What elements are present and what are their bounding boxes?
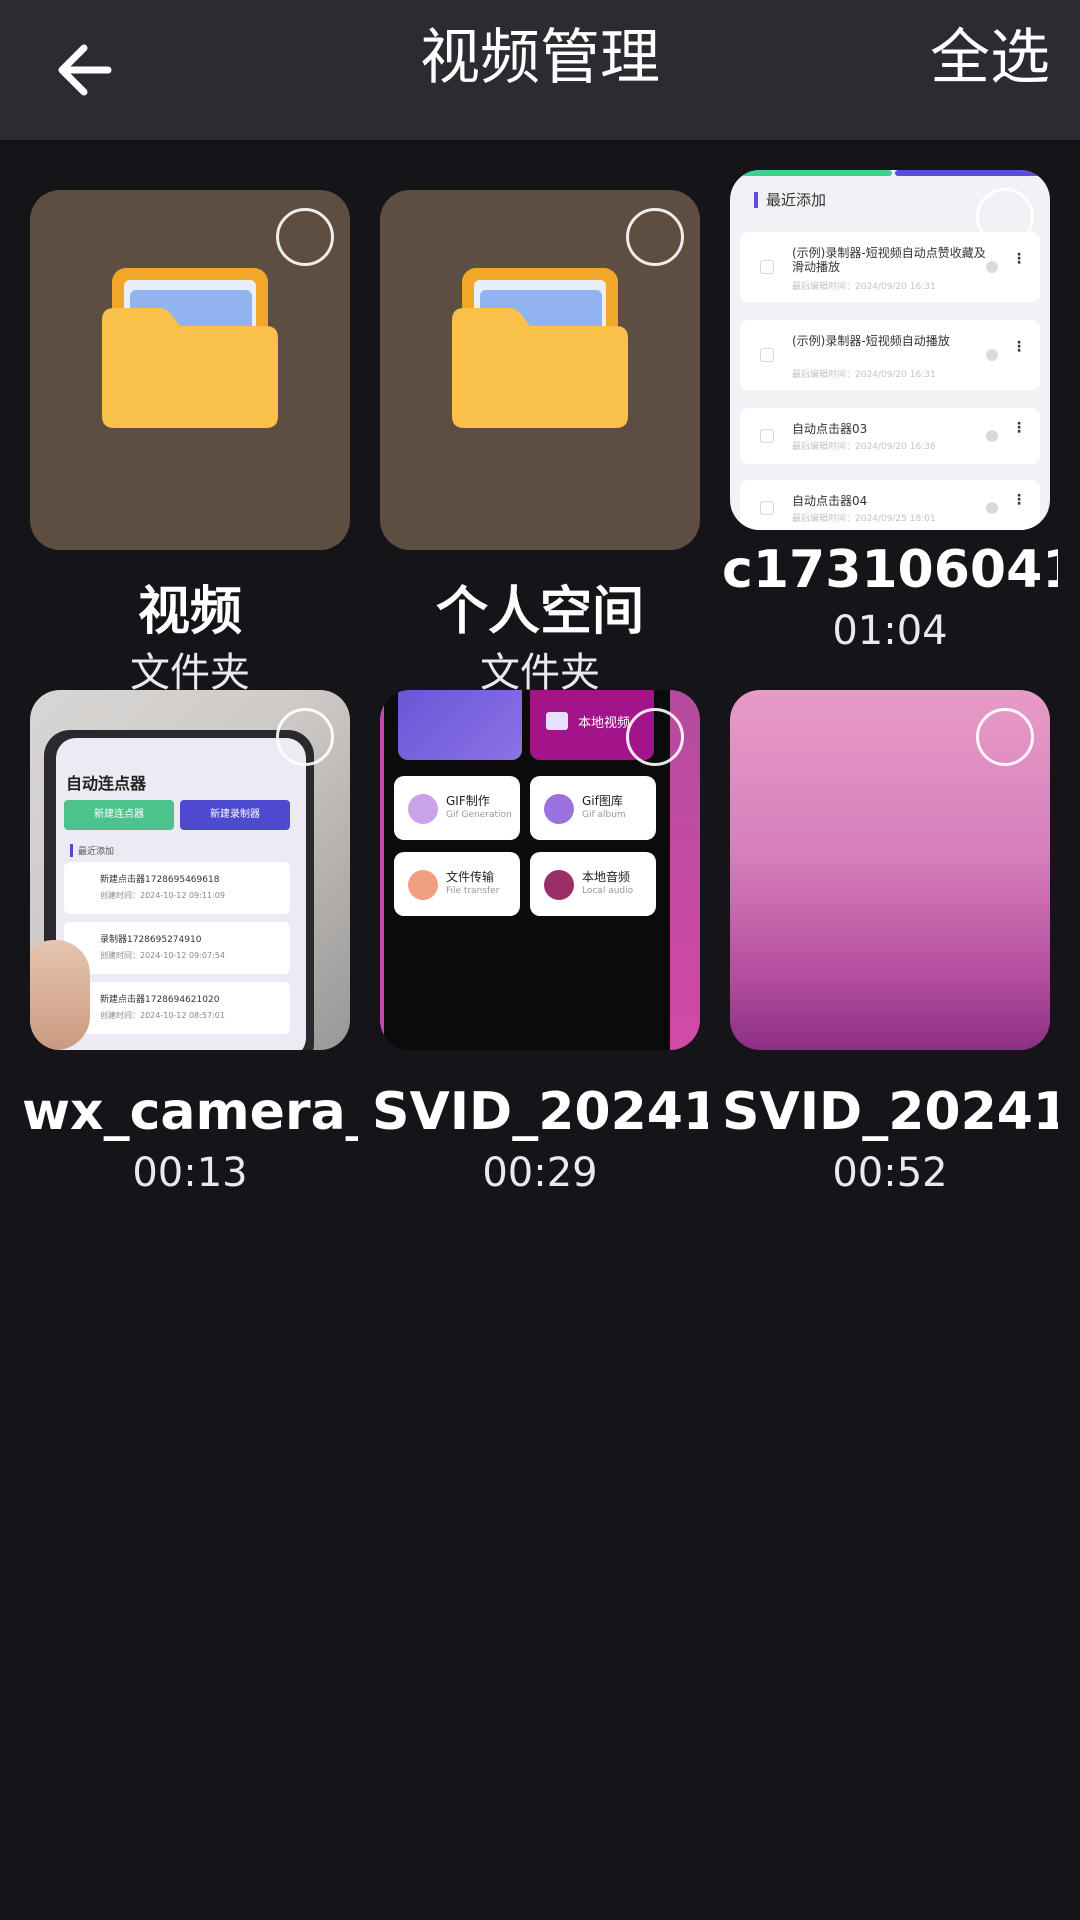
- phone-screen: 自动连点器 新建连点器 新建录制器 最近添加 新建点击器172869546961…: [56, 738, 306, 1050]
- preview-tile: Gif图库 Gif album: [530, 776, 656, 840]
- file-transfer-icon: [408, 870, 438, 900]
- more-icon: ⋮: [1012, 339, 1026, 355]
- video-thumbnail[interactable]: [730, 690, 1050, 1050]
- preview-card: 自动点击器04 最后编辑时间：2024/09/25 18:01 ⋮: [740, 480, 1040, 530]
- item-name: 视频: [137, 582, 242, 642]
- select-all-button[interactable]: 全选: [930, 22, 1050, 94]
- preview-section-title: 最近添加: [754, 192, 826, 208]
- select-checkbox[interactable]: [626, 708, 684, 766]
- select-checkbox[interactable]: [276, 708, 334, 766]
- preview-row: 新建点击器1728695469618 创建时间：2024-10-12 09:11…: [64, 862, 290, 914]
- album-icon: [544, 794, 574, 824]
- select-checkbox[interactable]: [276, 208, 334, 266]
- preview-card: (示例)录制器-短视频自动播放 最后编辑时间：2024/09/20 16:31 …: [740, 320, 1040, 390]
- item-name: SVID_20241: [722, 1082, 1058, 1142]
- item-name: wx_camera_: [22, 1082, 358, 1142]
- preview-tile: GIF制作 Gif Generation: [394, 776, 520, 840]
- finger-photo: [30, 940, 90, 1050]
- preview-row: 新建点击器1728694621020 创建时间：2024-10-12 08:57…: [64, 982, 290, 1034]
- play-icon: [760, 429, 774, 443]
- item-duration: 01:04: [832, 608, 948, 654]
- item-name: 个人空间: [435, 582, 644, 642]
- close-icon: [986, 430, 998, 442]
- video-thumbnail[interactable]: 本地视频 GIF制作 Gif Generation Gif图库 Gif albu…: [380, 690, 700, 1050]
- folder-icon: [102, 268, 278, 428]
- tab-indicator: [742, 170, 892, 176]
- item-name: c173106041: [722, 540, 1058, 600]
- close-icon: [986, 261, 998, 273]
- play-icon: [760, 260, 774, 274]
- page-title: 视频管理: [420, 23, 660, 93]
- preview-tile: 文件传输 File transfer: [394, 852, 520, 916]
- select-checkbox[interactable]: [976, 708, 1034, 766]
- more-icon: ⋮: [1012, 420, 1026, 436]
- play-icon: [760, 501, 774, 515]
- gif-icon: [408, 794, 438, 824]
- video-thumbnail[interactable]: 自动连点器 新建连点器 新建录制器 最近添加 新建点击器172869546961…: [30, 690, 350, 1050]
- preview-tile: 本地音频 Local audio: [530, 852, 656, 916]
- item-duration: 00:13: [132, 1150, 248, 1196]
- tab-indicator: [895, 170, 1040, 176]
- item-duration: 00:52: [832, 1150, 948, 1196]
- video-thumbnail[interactable]: 最近添加 (示例)录制器-短视频自动点赞收藏及滑动播放 最后编辑时间：2024/…: [730, 170, 1050, 530]
- close-icon: [986, 502, 998, 514]
- preview-banner: [398, 690, 522, 760]
- top-bar: 视频管理 全选: [0, 0, 1080, 140]
- more-icon: ⋮: [1012, 492, 1026, 508]
- select-checkbox[interactable]: [976, 188, 1034, 246]
- folder-thumbnail[interactable]: [30, 190, 350, 550]
- preview-row: 录制器1728695274910 创建时间：2024-10-12 09:07:5…: [64, 922, 290, 974]
- item-name: SVID_20241: [372, 1082, 708, 1142]
- more-icon: ⋮: [1012, 251, 1026, 267]
- folder-thumbnail[interactable]: [380, 190, 700, 550]
- folder-icon: [452, 268, 628, 428]
- tv-icon: [546, 712, 568, 730]
- select-checkbox[interactable]: [626, 208, 684, 266]
- play-icon: [760, 348, 774, 362]
- audio-icon: [544, 870, 574, 900]
- close-icon: [986, 349, 998, 361]
- item-duration: 00:29: [482, 1150, 598, 1196]
- preview-card: 自动点击器03 最后编辑时间：2024/09/20 16:36 ⋮: [740, 408, 1040, 464]
